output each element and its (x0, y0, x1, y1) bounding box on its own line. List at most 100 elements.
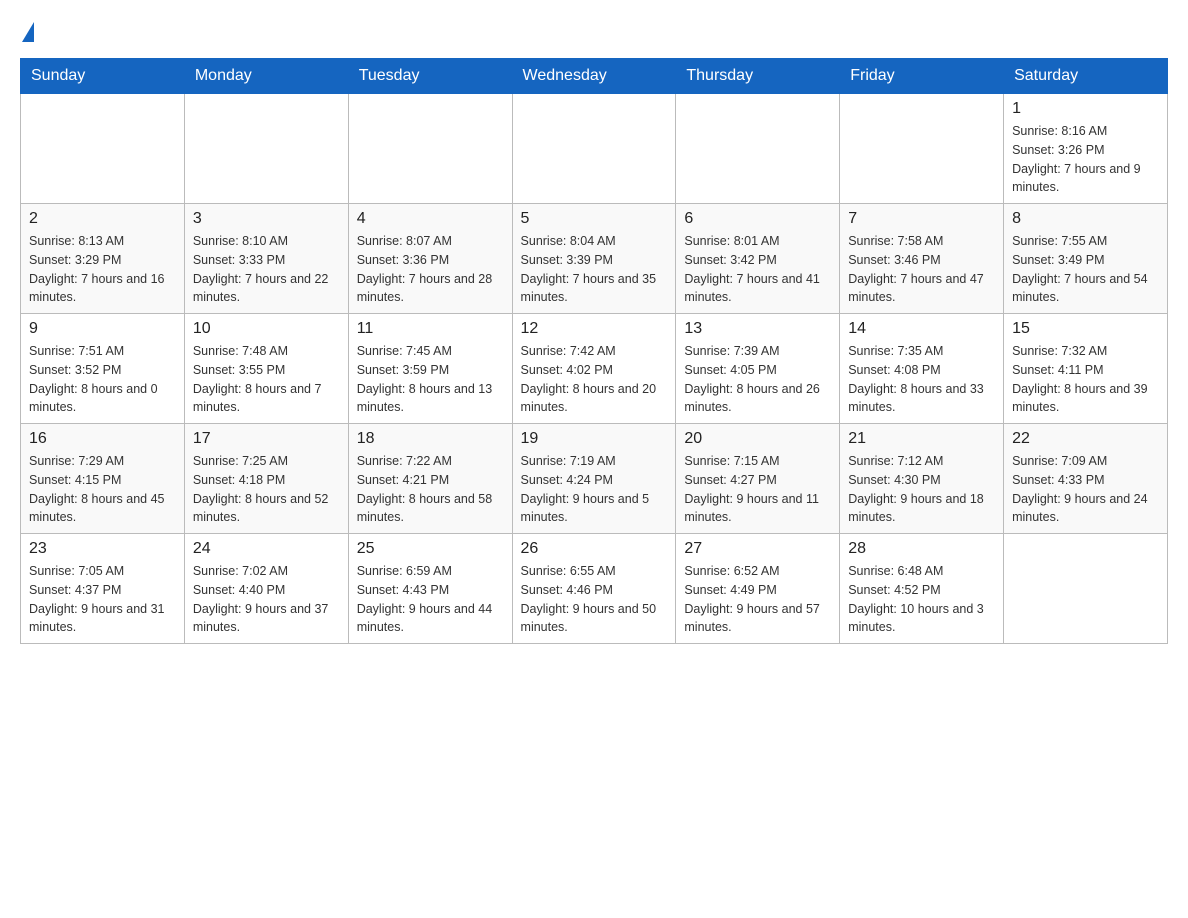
calendar-cell: 10 Sunrise: 7:48 AMSunset: 3:55 PMDayligh… (184, 314, 348, 424)
day-info: Sunrise: 6:59 AMSunset: 4:43 PMDaylight:… (357, 562, 504, 637)
day-header-friday: Friday (840, 59, 1004, 94)
day-info: Sunrise: 7:32 AMSunset: 4:11 PMDaylight:… (1012, 342, 1159, 417)
day-header-thursday: Thursday (676, 59, 840, 94)
day-info: Sunrise: 7:29 AMSunset: 4:15 PMDaylight:… (29, 452, 176, 527)
day-number: 11 (357, 320, 504, 338)
day-number: 9 (29, 320, 176, 338)
calendar-cell: 13Sunrise: 7:39 AMSunset: 4:05 PMDayligh… (676, 314, 840, 424)
calendar-cell: 22 Sunrise: 7:09 AMSunset: 4:33 PMDayligh… (1004, 424, 1168, 534)
day-number: 7 (848, 210, 995, 228)
calendar-cell: 15 Sunrise: 7:32 AMSunset: 4:11 PMDayligh… (1004, 314, 1168, 424)
day-header-saturday: Saturday (1004, 59, 1168, 94)
day-number: 12 (521, 320, 668, 338)
day-info: Sunrise: 7:19 AMSunset: 4:24 PMDaylight:… (521, 452, 668, 527)
day-number: 19 (521, 430, 668, 448)
day-info: Sunrise: 8:04 AMSunset: 3:39 PMDaylight:… (521, 232, 668, 307)
logo-general-text (20, 20, 34, 48)
calendar-cell: 20 Sunrise: 7:15 AMSunset: 4:27 PMDayligh… (676, 424, 840, 534)
day-info: Sunrise: 7:02 AMSunset: 4:40 PMDaylight:… (193, 562, 340, 637)
calendar-cell: 27 Sunrise: 6:52 AMSunset: 4:49 PMDayligh… (676, 534, 840, 644)
day-info: Sunrise: 8:07 AMSunset: 3:36 PMDaylight:… (357, 232, 504, 307)
day-header-monday: Monday (184, 59, 348, 94)
calendar-cell: 3 Sunrise: 8:10 AMSunset: 3:33 PMDaylight… (184, 204, 348, 314)
day-info: Sunrise: 7:55 AMSunset: 3:49 PMDaylight:… (1012, 232, 1159, 307)
day-number: 4 (357, 210, 504, 228)
day-number: 21 (848, 430, 995, 448)
day-info: Sunrise: 7:58 AMSunset: 3:46 PMDaylight:… (848, 232, 995, 307)
day-header-tuesday: Tuesday (348, 59, 512, 94)
day-info: Sunrise: 7:35 AMSunset: 4:08 PMDaylight:… (848, 342, 995, 417)
calendar-cell: 19 Sunrise: 7:19 AMSunset: 4:24 PMDayligh… (512, 424, 676, 534)
day-info: Sunrise: 7:12 AMSunset: 4:30 PMDaylight:… (848, 452, 995, 527)
calendar-cell: 28 Sunrise: 6:48 AMSunset: 4:52 PMDayligh… (840, 534, 1004, 644)
day-number: 26 (521, 540, 668, 558)
day-number: 25 (357, 540, 504, 558)
day-number: 2 (29, 210, 176, 228)
day-number: 6 (684, 210, 831, 228)
day-header-wednesday: Wednesday (512, 59, 676, 94)
calendar-cell: 7 Sunrise: 7:58 AMSunset: 3:46 PMDaylight… (840, 204, 1004, 314)
day-info: Sunrise: 8:13 AMSunset: 3:29 PMDaylight:… (29, 232, 176, 307)
calendar-header-row: SundayMondayTuesdayWednesdayThursdayFrid… (21, 59, 1168, 94)
calendar-cell: 4 Sunrise: 8:07 AMSunset: 3:36 PMDaylight… (348, 204, 512, 314)
day-number: 8 (1012, 210, 1159, 228)
calendar-cell: 26 Sunrise: 6:55 AMSunset: 4:46 PMDayligh… (512, 534, 676, 644)
day-info: Sunrise: 7:39 AMSunset: 4:05 PMDaylight:… (684, 342, 831, 417)
day-number: 24 (193, 540, 340, 558)
day-number: 23 (29, 540, 176, 558)
day-info: Sunrise: 7:09 AMSunset: 4:33 PMDaylight:… (1012, 452, 1159, 527)
day-number: 17 (193, 430, 340, 448)
day-info: Sunrise: 7:05 AMSunset: 4:37 PMDaylight:… (29, 562, 176, 637)
calendar-cell (512, 94, 676, 204)
day-number: 18 (357, 430, 504, 448)
calendar-cell (676, 94, 840, 204)
day-number: 15 (1012, 320, 1159, 338)
calendar-cell: 16 Sunrise: 7:29 AMSunset: 4:15 PMDayligh… (21, 424, 185, 534)
calendar-table: SundayMondayTuesdayWednesdayThursdayFrid… (20, 58, 1168, 644)
day-info: Sunrise: 7:25 AMSunset: 4:18 PMDaylight:… (193, 452, 340, 527)
day-header-sunday: Sunday (21, 59, 185, 94)
calendar-cell: 5Sunrise: 8:04 AMSunset: 3:39 PMDaylight… (512, 204, 676, 314)
day-info: Sunrise: 7:48 AMSunset: 3:55 PMDaylight:… (193, 342, 340, 417)
day-info: Sunrise: 8:10 AMSunset: 3:33 PMDaylight:… (193, 232, 340, 307)
calendar-cell: 23 Sunrise: 7:05 AMSunset: 4:37 PMDayligh… (21, 534, 185, 644)
calendar-cell: 9 Sunrise: 7:51 AMSunset: 3:52 PMDaylight… (21, 314, 185, 424)
day-info: Sunrise: 7:51 AMSunset: 3:52 PMDaylight:… (29, 342, 176, 417)
day-info: Sunrise: 7:22 AMSunset: 4:21 PMDaylight:… (357, 452, 504, 527)
day-info: Sunrise: 8:16 AMSunset: 3:26 PMDaylight:… (1012, 122, 1159, 197)
day-number: 10 (193, 320, 340, 338)
calendar-cell: 6 Sunrise: 8:01 AMSunset: 3:42 PMDaylight… (676, 204, 840, 314)
calendar-cell (184, 94, 348, 204)
calendar-week-4: 16 Sunrise: 7:29 AMSunset: 4:15 PMDayligh… (21, 424, 1168, 534)
day-info: Sunrise: 6:52 AMSunset: 4:49 PMDaylight:… (684, 562, 831, 637)
calendar-cell: 1 Sunrise: 8:16 AMSunset: 3:26 PMDaylight… (1004, 94, 1168, 204)
day-info: Sunrise: 6:48 AMSunset: 4:52 PMDaylight:… (848, 562, 995, 637)
day-info: Sunrise: 8:01 AMSunset: 3:42 PMDaylight:… (684, 232, 831, 307)
day-number: 3 (193, 210, 340, 228)
calendar-cell: 18 Sunrise: 7:22 AMSunset: 4:21 PMDayligh… (348, 424, 512, 534)
calendar-week-2: 2 Sunrise: 8:13 AMSunset: 3:29 PMDaylight… (21, 204, 1168, 314)
day-number: 22 (1012, 430, 1159, 448)
calendar-cell (840, 94, 1004, 204)
day-number: 20 (684, 430, 831, 448)
day-info: Sunrise: 7:15 AMSunset: 4:27 PMDaylight:… (684, 452, 831, 527)
day-info: Sunrise: 6:55 AMSunset: 4:46 PMDaylight:… (521, 562, 668, 637)
day-number: 28 (848, 540, 995, 558)
calendar-cell (348, 94, 512, 204)
calendar-cell: 24 Sunrise: 7:02 AMSunset: 4:40 PMDayligh… (184, 534, 348, 644)
day-number: 1 (1012, 100, 1159, 118)
logo (20, 20, 34, 48)
calendar-cell (21, 94, 185, 204)
calendar-cell (1004, 534, 1168, 644)
calendar-cell: 25 Sunrise: 6:59 AMSunset: 4:43 PMDayligh… (348, 534, 512, 644)
calendar-cell: 11 Sunrise: 7:45 AMSunset: 3:59 PMDayligh… (348, 314, 512, 424)
page-header (20, 20, 1168, 48)
calendar-week-1: 1 Sunrise: 8:16 AMSunset: 3:26 PMDaylight… (21, 94, 1168, 204)
calendar-cell: 8 Sunrise: 7:55 AMSunset: 3:49 PMDaylight… (1004, 204, 1168, 314)
day-number: 27 (684, 540, 831, 558)
logo-arrow-icon (22, 22, 34, 42)
day-info: Sunrise: 7:42 AMSunset: 4:02 PMDaylight:… (521, 342, 668, 417)
calendar-cell: 12 Sunrise: 7:42 AMSunset: 4:02 PMDayligh… (512, 314, 676, 424)
day-info: Sunrise: 7:45 AMSunset: 3:59 PMDaylight:… (357, 342, 504, 417)
day-number: 16 (29, 430, 176, 448)
